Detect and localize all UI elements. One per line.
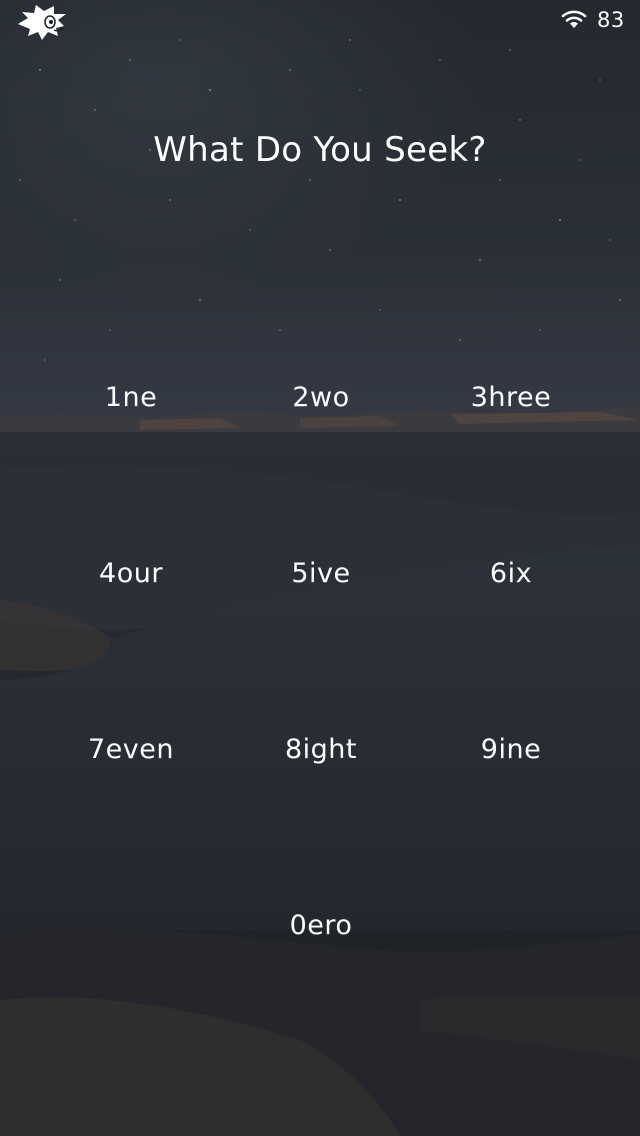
key-0-button[interactable]: 0ero — [226, 891, 416, 961]
key-4-button[interactable]: 4our — [36, 539, 226, 609]
key-6-button[interactable]: 6ix — [416, 539, 606, 609]
key-8-button[interactable]: 8ight — [226, 715, 416, 785]
keypad: 1ne 2wo 3hree 4our 5ive 6ix 7even 8ight … — [0, 0, 640, 1136]
key-9-button[interactable]: 9ine — [416, 715, 606, 785]
key-1-button[interactable]: 1ne — [36, 363, 226, 433]
key-5-button[interactable]: 5ive — [226, 539, 416, 609]
key-7-button[interactable]: 7even — [36, 715, 226, 785]
key-2-button[interactable]: 2wo — [226, 363, 416, 433]
key-3-button[interactable]: 3hree — [416, 363, 606, 433]
